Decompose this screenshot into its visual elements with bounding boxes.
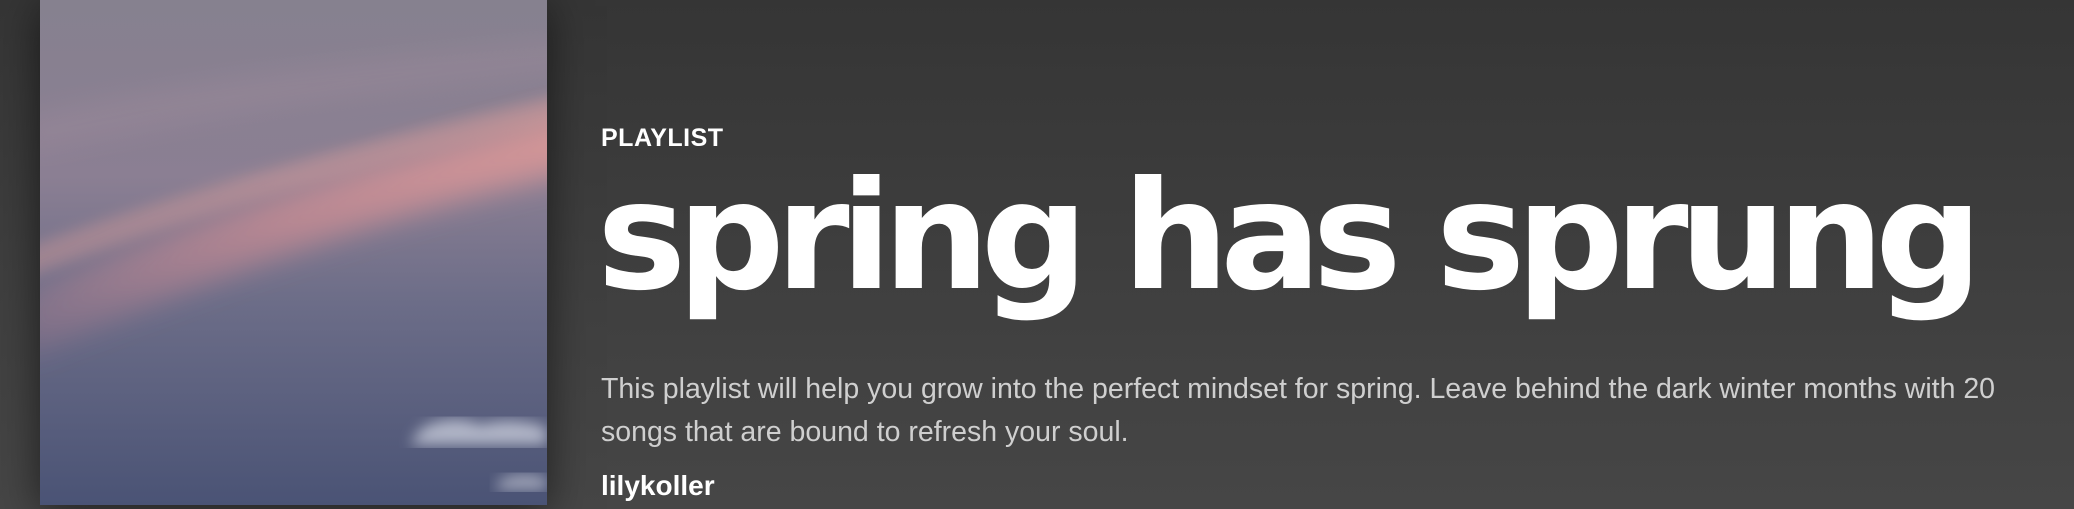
playlist-owner-link[interactable]: lilykoller bbox=[601, 470, 715, 502]
playlist-type-label: PLAYLIST bbox=[601, 124, 724, 152]
playlist-title[interactable]: spring has sprung bbox=[597, 162, 1983, 312]
playlist-cover-image[interactable] bbox=[40, 0, 547, 505]
playlist-description: This playlist will help you grow into th… bbox=[601, 373, 1996, 448]
playlist-header: PLAYLIST spring has sprung This playlist… bbox=[0, 0, 2074, 509]
playlist-info: PLAYLIST spring has sprung This playlist… bbox=[597, 0, 2041, 509]
sunset-sky-image bbox=[40, 0, 547, 505]
